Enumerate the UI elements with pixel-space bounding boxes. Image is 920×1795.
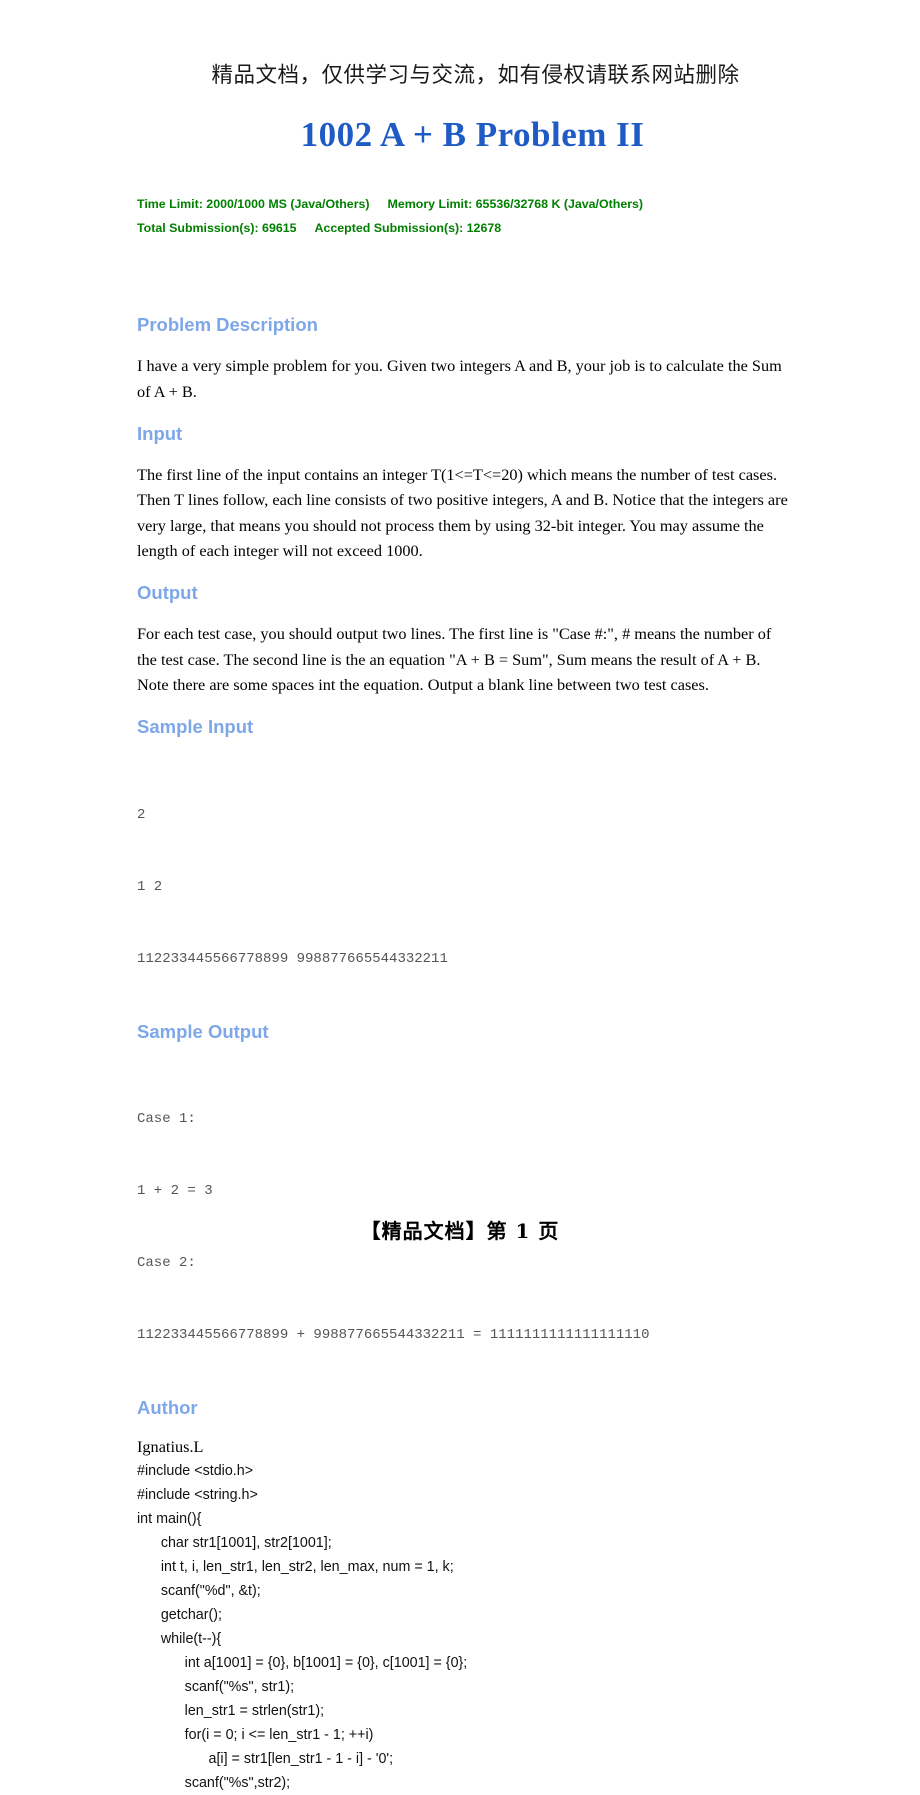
code-line: scanf("%s", str1); [137, 1679, 295, 1696]
problem-description-body: I have a very simple problem for you. Gi… [137, 356, 782, 401]
sample-input-block: 2 1 2 112233445566778899 998877665544332… [137, 755, 790, 1019]
code-line: #include <string.h> [137, 1487, 258, 1504]
time-limit-text: Time Limit: 2000/1000 MS (Java/Others) [137, 197, 370, 211]
section-heading-input: Input [137, 422, 183, 444]
sample-input-line: 112233445566778899 998877665544332211 [137, 950, 448, 967]
output-body: For each test case, you should output tw… [137, 624, 772, 695]
problem-meta: Time Limit: 2000/1000 MS (Java/Others) Me… [137, 192, 790, 240]
code-line: getchar(); [137, 1607, 223, 1624]
section-heading-problem-description: Problem Description [137, 314, 318, 335]
code-line: int a[1001] = {0}, b[1001] = {0}, c[1001… [137, 1655, 468, 1672]
sample-input-line: 1 2 [137, 878, 163, 895]
page-title: 1002 A + B Problem II [300, 115, 645, 154]
code-line: scanf("%d", &t); [137, 1583, 261, 1600]
section-heading-output: Output [137, 582, 198, 604]
memory-limit-text: Memory Limit: 65536/32768 K (Java/Others… [387, 197, 644, 211]
code-line: a[i] = str1[len_str1 - 1 - i] - '0'; [137, 1751, 394, 1768]
page-footer: 【精品文档】第 1 页 [360, 1219, 560, 1243]
sample-output-line: Case 2: [137, 1254, 196, 1271]
code-line: while(t--){ [137, 1631, 222, 1648]
section-heading-sample-input: Sample Input [137, 716, 254, 738]
sample-output-line: 1 + 2 = 3 [137, 1182, 213, 1199]
code-line: for(i = 0; i <= len_str1 - 1; ++i) [137, 1727, 374, 1744]
code-line: char str1[1001], str2[1001]; [137, 1535, 332, 1552]
accepted-submissions-text: Accepted Submission(s): 12678 [314, 221, 502, 235]
document-page: 精品文档，仅供学习与交流，如有侵权请联系网站删除 1002 A + B Prob… [0, 0, 920, 1791]
code-line: scanf("%s",str2); [137, 1775, 291, 1792]
source-code-block: #include <stdio.h> #include <string.h> i… [137, 1459, 790, 1795]
meta-line-limits: Time Limit: 2000/1000 MS (Java/Others) Me… [137, 192, 790, 216]
input-body: The first line of the input contains an … [137, 464, 788, 561]
sample-output-line: Case 1: [137, 1110, 196, 1127]
code-line: int main(){ [137, 1511, 202, 1528]
section-heading-author: Author [137, 1396, 198, 1418]
document-notice: 精品文档，仅供学习与交流，如有侵权请联系网站删除 [211, 63, 740, 88]
code-line: #include <stdio.h> [137, 1463, 254, 1480]
sample-output-line: 112233445566778899 + 998877665544332211 … [137, 1326, 650, 1343]
code-line: len_str1 = strlen(str1); [137, 1703, 325, 1720]
total-submissions-text: Total Submission(s): 69615 [137, 221, 297, 235]
meta-line-submissions: Total Submission(s): 69615 Accepted Submi… [137, 216, 790, 240]
author-name: Ignatius.L [137, 1437, 204, 1457]
code-line: int t, i, len_str1, len_str2, len_max, n… [137, 1559, 454, 1576]
sample-input-line: 2 [137, 806, 146, 823]
section-heading-sample-output: Sample Output [137, 1020, 269, 1042]
